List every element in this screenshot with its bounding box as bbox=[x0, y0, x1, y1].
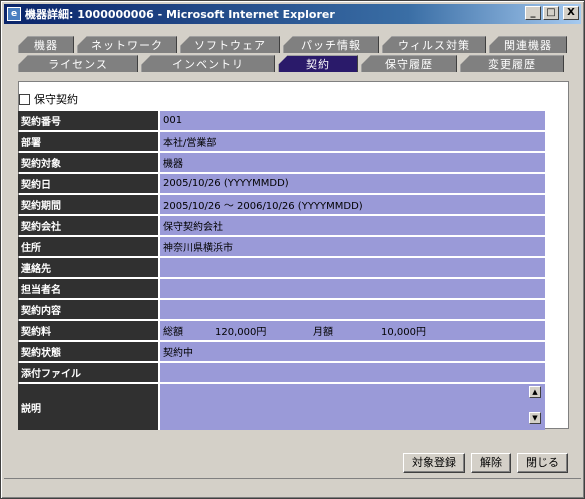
browser-window: e 機器詳細: 1000000006 - Microsoft Internet … bbox=[0, 0, 585, 499]
row-value: 本社/営業部 bbox=[158, 132, 545, 151]
status-bar bbox=[4, 478, 581, 496]
row-label: 契約番号 bbox=[18, 111, 158, 130]
table-row: 契約会社 保守契約会社 bbox=[18, 216, 545, 235]
tab-related-devices[interactable]: 関連機器 bbox=[489, 36, 567, 53]
scroll-down-icon[interactable]: ▼ bbox=[529, 412, 541, 424]
description-textarea[interactable]: ▲ ▼ bbox=[158, 384, 545, 430]
total-label: 総額 bbox=[163, 327, 183, 338]
fee-value: 総額 120,000円 月額 10,000円 bbox=[158, 321, 545, 340]
row-value: 保守契約会社 bbox=[158, 216, 545, 235]
row-value: 2005/10/26 (YYYYMMDD) bbox=[158, 174, 545, 193]
row-value bbox=[158, 279, 545, 298]
tab-maintenance-history[interactable]: 保守履歴 bbox=[361, 55, 457, 72]
row-value bbox=[158, 258, 545, 277]
table-row: 契約対象 機器 bbox=[18, 153, 545, 172]
window-title: 機器詳細: 1000000006 - Microsoft Internet Ex… bbox=[25, 8, 335, 21]
tab-device[interactable]: 機器 bbox=[18, 36, 74, 53]
row-label: 連絡先 bbox=[18, 258, 158, 277]
monthly-label: 月額 bbox=[313, 327, 333, 338]
tab-patch[interactable]: パッチ情報 bbox=[283, 36, 379, 53]
close-button[interactable]: 閉じる bbox=[517, 453, 568, 473]
table-row: 契約状態 契約中 bbox=[18, 342, 545, 361]
total-amount: 120,000円 bbox=[215, 327, 267, 338]
row-label: 添付ファイル bbox=[18, 363, 158, 382]
tab-antivirus[interactable]: ウィルス対策 bbox=[382, 36, 486, 53]
row-label: 契約期間 bbox=[18, 195, 158, 214]
table-row: 契約内容 bbox=[18, 300, 545, 319]
table-row: 契約期間 2005/10/26 ～ 2006/10/26 (YYYYMMDD) bbox=[18, 195, 545, 214]
tab-network[interactable]: ネットワーク bbox=[77, 36, 177, 53]
release-button[interactable]: 解除 bbox=[471, 453, 511, 473]
scroll-up-icon[interactable]: ▲ bbox=[529, 386, 541, 398]
contract-table: 契約番号 001 部署 本社/営業部 契約対象 機器 契約日 2005/10/26 (Y… bbox=[18, 109, 545, 432]
row-value bbox=[158, 300, 545, 319]
row-label: 契約内容 bbox=[18, 300, 158, 319]
row-label: 契約状態 bbox=[18, 342, 158, 361]
register-target-button[interactable]: 対象登録 bbox=[403, 453, 465, 473]
row-label: 住所 bbox=[18, 237, 158, 256]
action-buttons: 対象登録 解除 閉じる bbox=[403, 453, 568, 473]
minimize-button[interactable]: _ bbox=[525, 6, 541, 20]
fee-row: 契約料 総額 120,000円 月額 10,000円 bbox=[18, 321, 545, 340]
row-value bbox=[158, 363, 545, 382]
table-row: 住所 神奈川県横浜市 bbox=[18, 237, 545, 256]
fee-label: 契約料 bbox=[18, 321, 158, 340]
tab-change-history[interactable]: 変更履歴 bbox=[460, 55, 564, 72]
maintenance-contract-checkbox[interactable] bbox=[19, 93, 30, 105]
row-label: 契約会社 bbox=[18, 216, 158, 235]
description-row: 説明 ▲ ▼ bbox=[18, 384, 545, 430]
row-value: 神奈川県横浜市 bbox=[158, 237, 545, 256]
monthly-amount: 10,000円 bbox=[381, 327, 426, 338]
table-row: 部署 本社/営業部 bbox=[18, 132, 545, 151]
table-row: 添付ファイル bbox=[18, 363, 545, 382]
description-label: 説明 bbox=[18, 384, 158, 430]
tab-row-2: ライセンス インベントリ 契約 保守履歴 変更履歴 bbox=[18, 55, 567, 73]
tab-inventory[interactable]: インベントリ bbox=[141, 55, 275, 72]
row-value: 2005/10/26 ～ 2006/10/26 (YYYYMMDD) bbox=[158, 195, 545, 214]
row-label: 契約対象 bbox=[18, 153, 158, 172]
row-value: 機器 bbox=[158, 153, 545, 172]
table-row: 担当者名 bbox=[18, 279, 545, 298]
maintenance-contract-checkbox-row: 保守契約 bbox=[19, 91, 78, 107]
tab-license[interactable]: ライセンス bbox=[18, 55, 138, 72]
table-row: 契約日 2005/10/26 (YYYYMMDD) bbox=[18, 174, 545, 193]
close-window-button[interactable]: X bbox=[563, 6, 579, 20]
description-scrollbar[interactable]: ▲ ▼ bbox=[529, 386, 541, 426]
table-row: 契約番号 001 bbox=[18, 111, 545, 130]
row-label: 契約日 bbox=[18, 174, 158, 193]
table-row: 連絡先 bbox=[18, 258, 545, 277]
title-bar: e 機器詳細: 1000000006 - Microsoft Internet … bbox=[4, 4, 581, 24]
tab-contract[interactable]: 契約 bbox=[278, 55, 358, 72]
tab-software[interactable]: ソフトウェア bbox=[180, 36, 280, 53]
maximize-button[interactable]: □ bbox=[543, 6, 559, 20]
checkbox-label: 保守契約 bbox=[34, 93, 78, 106]
tab-row-1: 機器 ネットワーク ソフトウェア パッチ情報 ウィルス対策 関連機器 bbox=[18, 36, 570, 54]
row-value: 契約中 bbox=[158, 342, 545, 361]
row-label: 担当者名 bbox=[18, 279, 158, 298]
ie-icon: e bbox=[7, 7, 21, 21]
row-label: 部署 bbox=[18, 132, 158, 151]
row-value: 001 bbox=[158, 111, 545, 130]
